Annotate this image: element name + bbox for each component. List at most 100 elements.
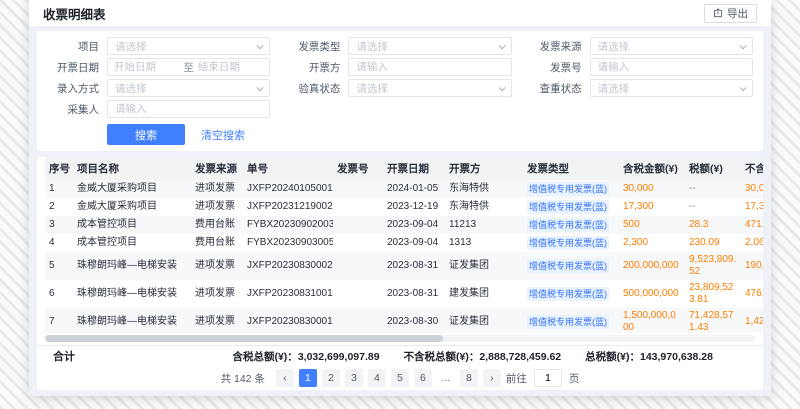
invoice-no-label: 发票号 <box>530 60 582 75</box>
cell-tax: 9,523,809.52 <box>685 252 741 280</box>
column-header-type: 发票类型 <box>523 157 619 180</box>
cell-project: 珠穆朗玛峰—电梯安装 <box>73 280 191 308</box>
invoice-date-range[interactable]: 至 <box>107 58 270 76</box>
cell-date: 2023-09-04 <box>383 216 445 234</box>
filter-field-project: 项目 请选择 <box>47 37 270 55</box>
entry-method-select[interactable]: 请选择 <box>107 79 270 97</box>
cell-project: 珠穆朗玛峰—电梯安装 <box>73 252 191 280</box>
invoice-type-tag: 增值税专用发票(蓝) <box>527 259 609 273</box>
table-row[interactable]: 6珠穆朗玛峰—电梯安装进项发票JXFP202308310012023-08-31… <box>45 280 763 308</box>
summary-item-label: 总税额(¥)： <box>585 351 640 363</box>
cell-invoice_no <box>333 234 383 252</box>
cell-invoice_no <box>333 252 383 280</box>
cell-date: 2023-08-31 <box>383 252 445 280</box>
end-date-input[interactable] <box>198 61 263 73</box>
cell-tax: 230.09 <box>685 234 741 252</box>
cell-source: 费用台账 <box>191 216 243 234</box>
summary-item: 总税额(¥)：143,970,638.28 <box>585 349 713 364</box>
invoice-type-select[interactable]: 请选择 <box>348 37 511 55</box>
page-button-8[interactable]: 8 <box>460 369 478 387</box>
verify-status-select-placeholder: 请选择 <box>356 81 388 96</box>
export-button[interactable]: 导出 <box>704 4 757 23</box>
verify-status-select[interactable]: 请选择 <box>348 79 511 97</box>
cell-order_no: FYBX20230902003 <box>243 216 333 234</box>
cell-type: 增值税专用发票(蓝) <box>523 252 619 280</box>
summary-item: 含税总额(¥)：3,032,699,097.89 <box>232 349 379 364</box>
cell-type: 增值税专用发票(蓝) <box>523 308 619 333</box>
invoice-source-label: 发票来源 <box>530 39 582 54</box>
pagination-total: 共 142 条 <box>221 371 265 386</box>
summary-items: 含税总额(¥)：3,032,699,097.89不含税总额(¥)：2,888,7… <box>232 349 713 364</box>
table-row[interactable]: 2金威大厦采购项目进项发票JXFP202312190022023-12-19东海… <box>45 198 763 216</box>
page-button-5[interactable]: 5 <box>391 369 409 387</box>
page-button-4[interactable]: 4 <box>368 369 386 387</box>
prev-page-button[interactable]: ‹ <box>276 369 294 387</box>
page-button-6[interactable]: 6 <box>414 369 432 387</box>
page-button-1[interactable]: 1 <box>299 369 317 387</box>
page-buttons: 123456... 8 <box>299 369 478 387</box>
page-button-2[interactable]: 2 <box>322 369 340 387</box>
page-button-3[interactable]: 3 <box>345 369 363 387</box>
table-row[interactable]: 5珠穆朗玛峰—电梯安装进项发票JXFP202308300022023-08-31… <box>45 252 763 280</box>
cell-issuer: 建发集团 <box>445 280 523 308</box>
table-scroll-area[interactable]: 序号项目名称发票来源单号发票号开票日期开票方发票类型含税金额(¥)税额(¥)不含… <box>37 157 763 333</box>
cell-no: 4 <box>45 234 73 252</box>
filter-field-issuer: 开票方 <box>288 58 511 76</box>
entry-method-label: 录入方式 <box>47 81 99 96</box>
export-icon <box>713 8 723 18</box>
clear-search-button[interactable]: 清空搜索 <box>201 127 245 143</box>
project-select-placeholder: 请选择 <box>115 39 147 54</box>
export-button-label: 导出 <box>727 6 748 21</box>
cell-invoice_no <box>333 280 383 308</box>
chevron-down-icon <box>257 42 264 49</box>
cell-issuer: 11213 <box>445 216 523 234</box>
cell-type: 增值税专用发票(蓝) <box>523 280 619 308</box>
column-header-project: 项目名称 <box>73 157 191 180</box>
issuer-input[interactable] <box>348 58 511 76</box>
invoice-type-label: 发票类型 <box>288 39 340 54</box>
table-row[interactable]: 1金威大厦采购项目进项发票JXFP202401050012024-01-05东海… <box>45 180 763 198</box>
summary-total-label: 合计 <box>53 348 75 364</box>
table-row[interactable]: 4成本管控项目费用台账FYBX202309030052023-09-041313… <box>45 234 763 252</box>
next-page-button[interactable]: › <box>483 369 501 387</box>
search-button[interactable]: 搜索 <box>107 124 185 145</box>
app-window: 收票明细表 导出 项目 请选择 发票类型 请选择 <box>29 0 771 396</box>
invoice-type-tag: 增值税专用发票(蓝) <box>527 182 609 196</box>
cell-source: 进项发票 <box>191 180 243 198</box>
page-ellipsis: ... <box>437 369 455 387</box>
scrollbar-thumb[interactable] <box>45 335 443 342</box>
table-row[interactable]: 3成本管控项目费用台账FYBX202309020032023-09-041121… <box>45 216 763 234</box>
start-date-input[interactable] <box>114 61 179 73</box>
column-header-date: 开票日期 <box>383 157 445 180</box>
summary-item-label: 不含税总额(¥)： <box>404 351 480 363</box>
entry-method-select-placeholder: 请选择 <box>115 81 147 96</box>
horizontal-scrollbar[interactable] <box>45 335 755 342</box>
filter-field-invoice-date: 开票日期 至 <box>47 58 270 76</box>
column-header-net: 不含税金额(¥) <box>741 157 763 180</box>
cell-net: 190,476,190.48 <box>741 252 763 280</box>
invoice-source-select[interactable]: 请选择 <box>590 37 753 55</box>
table-row[interactable]: 7珠穆朗玛峰—电梯安装进项发票JXFP202308300012023-08-30… <box>45 308 763 333</box>
invoice-table: 序号项目名称发票来源单号发票号开票日期开票方发票类型含税金额(¥)税额(¥)不含… <box>45 157 763 333</box>
filter-panel: 项目 请选择 发票类型 请选择 发票来源 请选择 <box>37 31 763 151</box>
cell-source: 进项发票 <box>191 198 243 216</box>
page-header: 收票明细表 导出 <box>29 0 771 26</box>
column-header-invoice_no: 发票号 <box>333 157 383 180</box>
cell-project: 珠穆朗玛峰—电梯安装 <box>73 308 191 333</box>
filter-field-invoice-source: 发票来源 请选择 <box>530 37 753 55</box>
table-header-row: 序号项目名称发票来源单号发票号开票日期开票方发票类型含税金额(¥)税额(¥)不含… <box>45 157 763 180</box>
filter-field-dup-status: 查重状态 请选择 <box>530 79 753 97</box>
cell-net: 30,000 <box>741 180 763 198</box>
collector-input[interactable] <box>107 100 270 118</box>
cell-tax: -- <box>685 198 741 216</box>
cell-amount: 2,300 <box>619 234 685 252</box>
goto-page-input[interactable] <box>534 369 562 387</box>
cell-invoice_no <box>333 308 383 333</box>
goto-label: 前往 <box>506 371 527 386</box>
project-select[interactable]: 请选择 <box>107 37 270 55</box>
cell-type: 增值税专用发票(蓝) <box>523 216 619 234</box>
column-header-issuer: 开票方 <box>445 157 523 180</box>
invoice-no-input[interactable] <box>590 58 753 76</box>
cell-amount: 1,500,000,000 <box>619 308 685 333</box>
dup-status-select[interactable]: 请选择 <box>590 79 753 97</box>
